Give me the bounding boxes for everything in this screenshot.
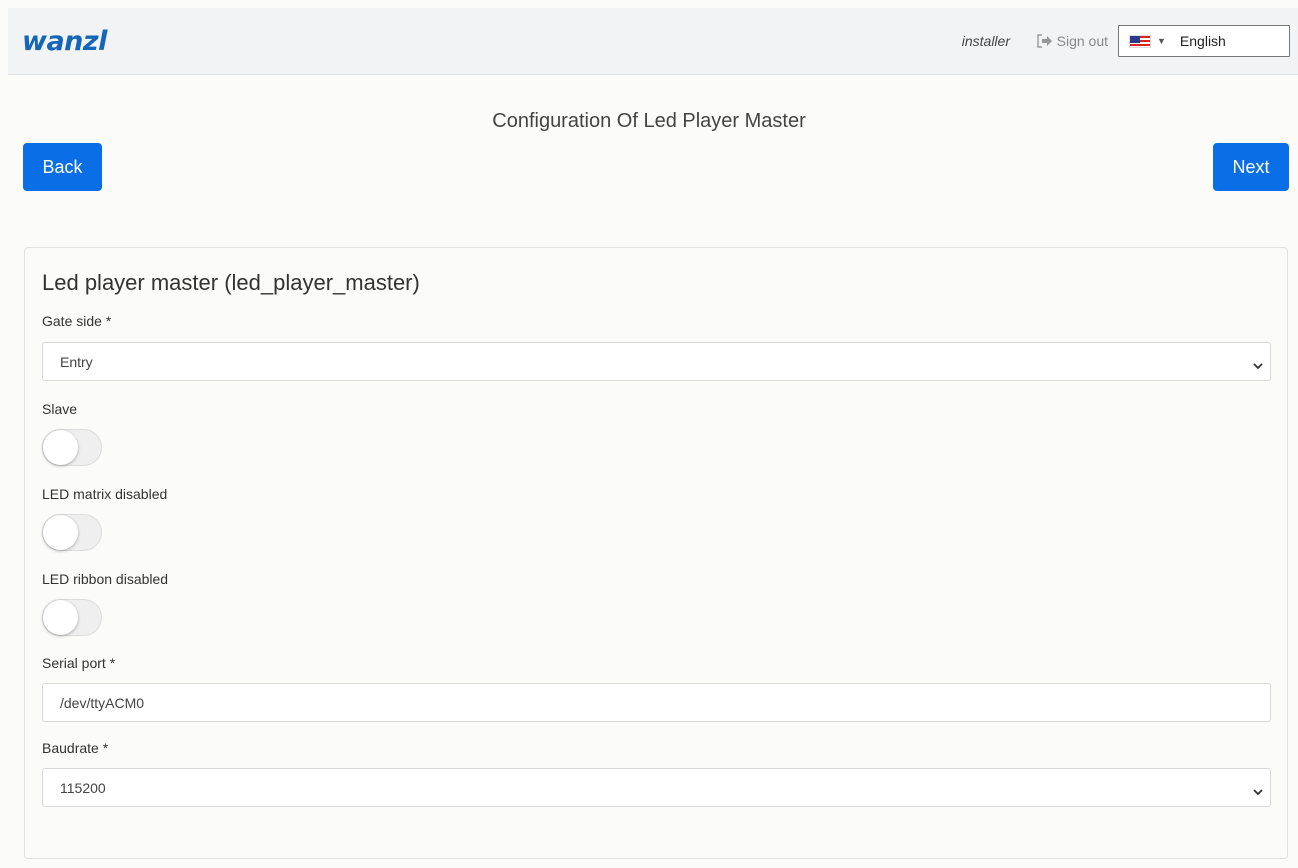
user-name: installer — [961, 33, 1010, 49]
wanzl-logo[interactable]: wanzl — [22, 26, 107, 57]
us-flag-icon — [1129, 34, 1151, 48]
led-ribbon-disabled-label: LED ribbon disabled — [42, 571, 169, 587]
baudrate-value: 115200 — [60, 779, 106, 796]
language-label: English — [1179, 33, 1226, 49]
language-select[interactable]: ▼ English — [1118, 25, 1290, 57]
gate-side-select[interactable]: Entry — [42, 342, 1271, 381]
sign-out-link[interactable]: Sign out — [1036, 33, 1108, 49]
chevron-down-icon — [1253, 357, 1263, 373]
sign-out-label: Sign out — [1056, 33, 1108, 49]
baudrate-select[interactable]: 115200 — [42, 768, 1271, 807]
slave-label: Slave — [42, 401, 78, 417]
toggle-knob — [43, 600, 78, 635]
next-button[interactable]: Next — [1213, 143, 1289, 191]
gate-side-value: Entry — [60, 353, 93, 370]
chevron-down-icon — [1253, 783, 1263, 799]
led-matrix-disabled-label: LED matrix disabled — [42, 486, 168, 502]
card-title: Led player master (led_player_master) — [42, 270, 420, 295]
toggle-knob — [43, 515, 78, 550]
led-ribbon-disabled-toggle[interactable] — [42, 599, 102, 636]
serial-port-value: /dev/ttyACM0 — [60, 694, 145, 711]
page-title: Configuration Of Led Player Master — [492, 110, 806, 132]
caret-down-icon: ▼ — [1157, 36, 1166, 46]
baudrate-label: Baudrate * — [42, 740, 109, 756]
config-card: Led player master (led_player_master) Ga… — [24, 247, 1288, 859]
top-navbar: wanzl installer Sign out ▼ English — [8, 8, 1298, 75]
serial-port-input[interactable]: /dev/ttyACM0 — [42, 683, 1271, 722]
led-matrix-disabled-toggle[interactable] — [42, 514, 102, 551]
slave-toggle[interactable] — [42, 429, 102, 466]
back-button[interactable]: Back — [23, 143, 102, 191]
toggle-knob — [43, 430, 78, 465]
sign-out-icon — [1036, 34, 1053, 48]
serial-port-label: Serial port * — [42, 655, 116, 671]
gate-side-label: Gate side * — [42, 313, 112, 329]
